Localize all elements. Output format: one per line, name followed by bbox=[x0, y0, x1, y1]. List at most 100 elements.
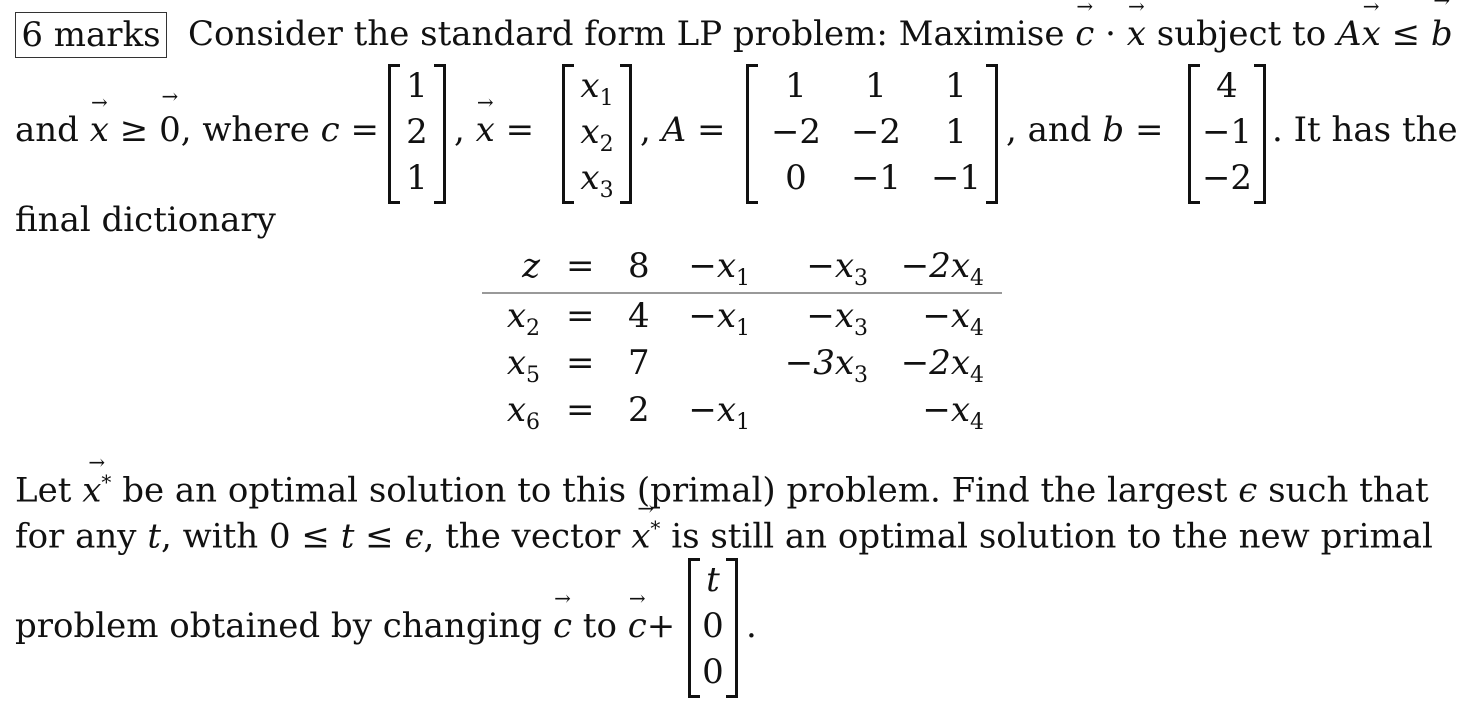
matrix-entry: 1 bbox=[945, 112, 967, 152]
matrix-entry: −1 bbox=[1201, 112, 1253, 152]
c-matrix: 1 2 1 bbox=[388, 64, 446, 204]
matrix-entry: x2 bbox=[580, 112, 614, 157]
b-matrix: 4 −1 −2 bbox=[1188, 64, 1266, 204]
dictionary-term: −x1 bbox=[688, 246, 750, 291]
question-text: , the vector bbox=[423, 516, 621, 557]
matrix-entry: x3 bbox=[580, 158, 614, 203]
matrix-entry: 1 bbox=[406, 158, 428, 198]
matrix-entry: 0 bbox=[785, 158, 807, 198]
dictionary-divider bbox=[482, 292, 1002, 294]
dictionary-basic-variable: z bbox=[522, 246, 540, 286]
x-vector-symbol: x bbox=[90, 110, 109, 150]
question-text: such that bbox=[1268, 470, 1429, 511]
x-matrix: x1 x2 x3 bbox=[562, 64, 632, 204]
equals-sign: = bbox=[505, 110, 535, 150]
question-text: to bbox=[582, 606, 617, 646]
matrix-entry: x1 bbox=[580, 66, 614, 111]
question-text: problem obtained by changing bbox=[15, 606, 543, 646]
matrix-entry: −2 bbox=[850, 112, 902, 152]
question-line-1: Let x* be an optimal solution to this (p… bbox=[15, 470, 1429, 510]
t-symbol: t bbox=[340, 516, 355, 557]
line-2-tail: . It has the bbox=[1272, 110, 1458, 150]
c-label: c = bbox=[320, 110, 379, 150]
matrix-entry: 0 bbox=[702, 652, 724, 692]
subject-to-text: subject to bbox=[1156, 14, 1327, 54]
problem-statement-line-2: and x ≥ 0, where c = bbox=[15, 110, 379, 150]
left-bracket bbox=[746, 64, 758, 204]
dictionary-constant: 7 bbox=[628, 343, 650, 383]
matrix-entry: t bbox=[706, 560, 720, 600]
leq-symbol: ≤ bbox=[365, 516, 394, 557]
dictionary-term: −x1 bbox=[688, 390, 750, 435]
c-vector-symbol: c bbox=[1075, 14, 1094, 54]
geq-symbol: ≥ bbox=[119, 110, 149, 150]
matrix-entry: −1 bbox=[850, 158, 902, 198]
matrix-entry: 4 bbox=[1216, 66, 1238, 106]
question-text: Let bbox=[15, 470, 72, 511]
matrix-entry: 1 bbox=[945, 66, 967, 106]
dot-operator: · bbox=[1105, 14, 1116, 54]
c-vector-symbol: c bbox=[628, 606, 647, 646]
where-text: , where bbox=[180, 110, 310, 150]
dictionary-term: −x3 bbox=[806, 246, 868, 291]
a-label-group: , A = bbox=[640, 110, 725, 150]
dictionary-term: −2x4 bbox=[900, 343, 984, 388]
problem-statement-line-1: Consider the standard form LP problem: M… bbox=[188, 14, 1453, 54]
matrix-entry: −2 bbox=[1201, 158, 1253, 198]
and-text: and bbox=[15, 110, 79, 150]
dictionary-term: −x3 bbox=[806, 296, 868, 341]
dictionary-term: −x4 bbox=[922, 296, 984, 341]
b-label-group: , and b = bbox=[1006, 110, 1163, 150]
matrix-entry: 0 bbox=[702, 606, 724, 646]
x-label-group: , x = bbox=[454, 110, 534, 150]
x-star-vector-symbol: x* bbox=[82, 470, 111, 510]
b-label: b = bbox=[1102, 110, 1164, 150]
x-vector-symbol: x bbox=[1362, 14, 1381, 54]
dictionary-term: −x4 bbox=[922, 390, 984, 435]
question-line-2: for any t, with 0 ≤ t ≤ ϵ, the vector x*… bbox=[15, 516, 1433, 556]
comma: , bbox=[454, 110, 465, 150]
matrix-entry: −2 bbox=[770, 112, 822, 152]
question-text: is still an optimal solution to the new … bbox=[671, 516, 1433, 557]
dictionary-equals: = bbox=[566, 246, 595, 286]
dictionary-constant: 4 bbox=[628, 296, 650, 336]
dictionary-basic-variable: x2 bbox=[506, 296, 540, 341]
plus-sign: + bbox=[646, 606, 676, 646]
dictionary-term: −3x3 bbox=[784, 343, 868, 388]
final-dictionary-label: final dictionary bbox=[15, 200, 276, 240]
question-text: be an optimal solution to this (primal) … bbox=[122, 470, 1228, 511]
intro-text: Consider the standard form LP problem: M… bbox=[188, 14, 1065, 54]
dictionary-term: −2x4 bbox=[900, 246, 984, 291]
and-text: , and bbox=[1006, 110, 1092, 150]
matrix-entry: −1 bbox=[930, 158, 982, 198]
dictionary-basic-variable: x5 bbox=[506, 343, 540, 388]
zero-vector-symbol: 0 bbox=[159, 110, 181, 150]
dictionary-term: −x1 bbox=[688, 296, 750, 341]
x-vector-symbol: x bbox=[476, 110, 495, 150]
matrix-entry: 1 bbox=[406, 66, 428, 106]
matrix-entry: 1 bbox=[785, 66, 807, 106]
a-label: A = bbox=[661, 110, 726, 150]
x-vector-symbol: x bbox=[1127, 14, 1146, 54]
marks-label: 6 marks bbox=[21, 15, 161, 55]
epsilon-symbol: ϵ bbox=[404, 516, 424, 557]
dictionary-equals: = bbox=[566, 343, 595, 383]
dictionary-basic-variable: x6 bbox=[506, 390, 540, 435]
matrix-entry: 1 bbox=[865, 66, 887, 106]
question-text: , with 0 ≤ bbox=[160, 516, 330, 557]
final-dictionary: z = 8 −x1 −x3 −2x4 x2 = 4 −x1 −x3 −x4 x5 = 7 −3x3 −2x4 x6… bbox=[482, 246, 1002, 436]
question-text: for any bbox=[15, 516, 137, 557]
c-vector-symbol: c bbox=[553, 606, 572, 646]
a-matrix: 1 1 1 −2 −2 1 0 −1 −1 bbox=[746, 64, 998, 204]
dictionary-constant: 2 bbox=[628, 390, 650, 430]
b-vector-symbol: b bbox=[1431, 14, 1453, 54]
dictionary-equals: = bbox=[566, 390, 595, 430]
dictionary-equals: = bbox=[566, 296, 595, 336]
marks-badge: 6 marks bbox=[15, 12, 167, 58]
a-symbol: A bbox=[1337, 14, 1362, 54]
comma: , bbox=[640, 110, 651, 150]
leq-symbol: ≤ bbox=[1391, 14, 1421, 54]
period: . bbox=[746, 606, 757, 646]
t-symbol: t bbox=[147, 516, 161, 557]
matrix-entry: 2 bbox=[406, 112, 428, 152]
